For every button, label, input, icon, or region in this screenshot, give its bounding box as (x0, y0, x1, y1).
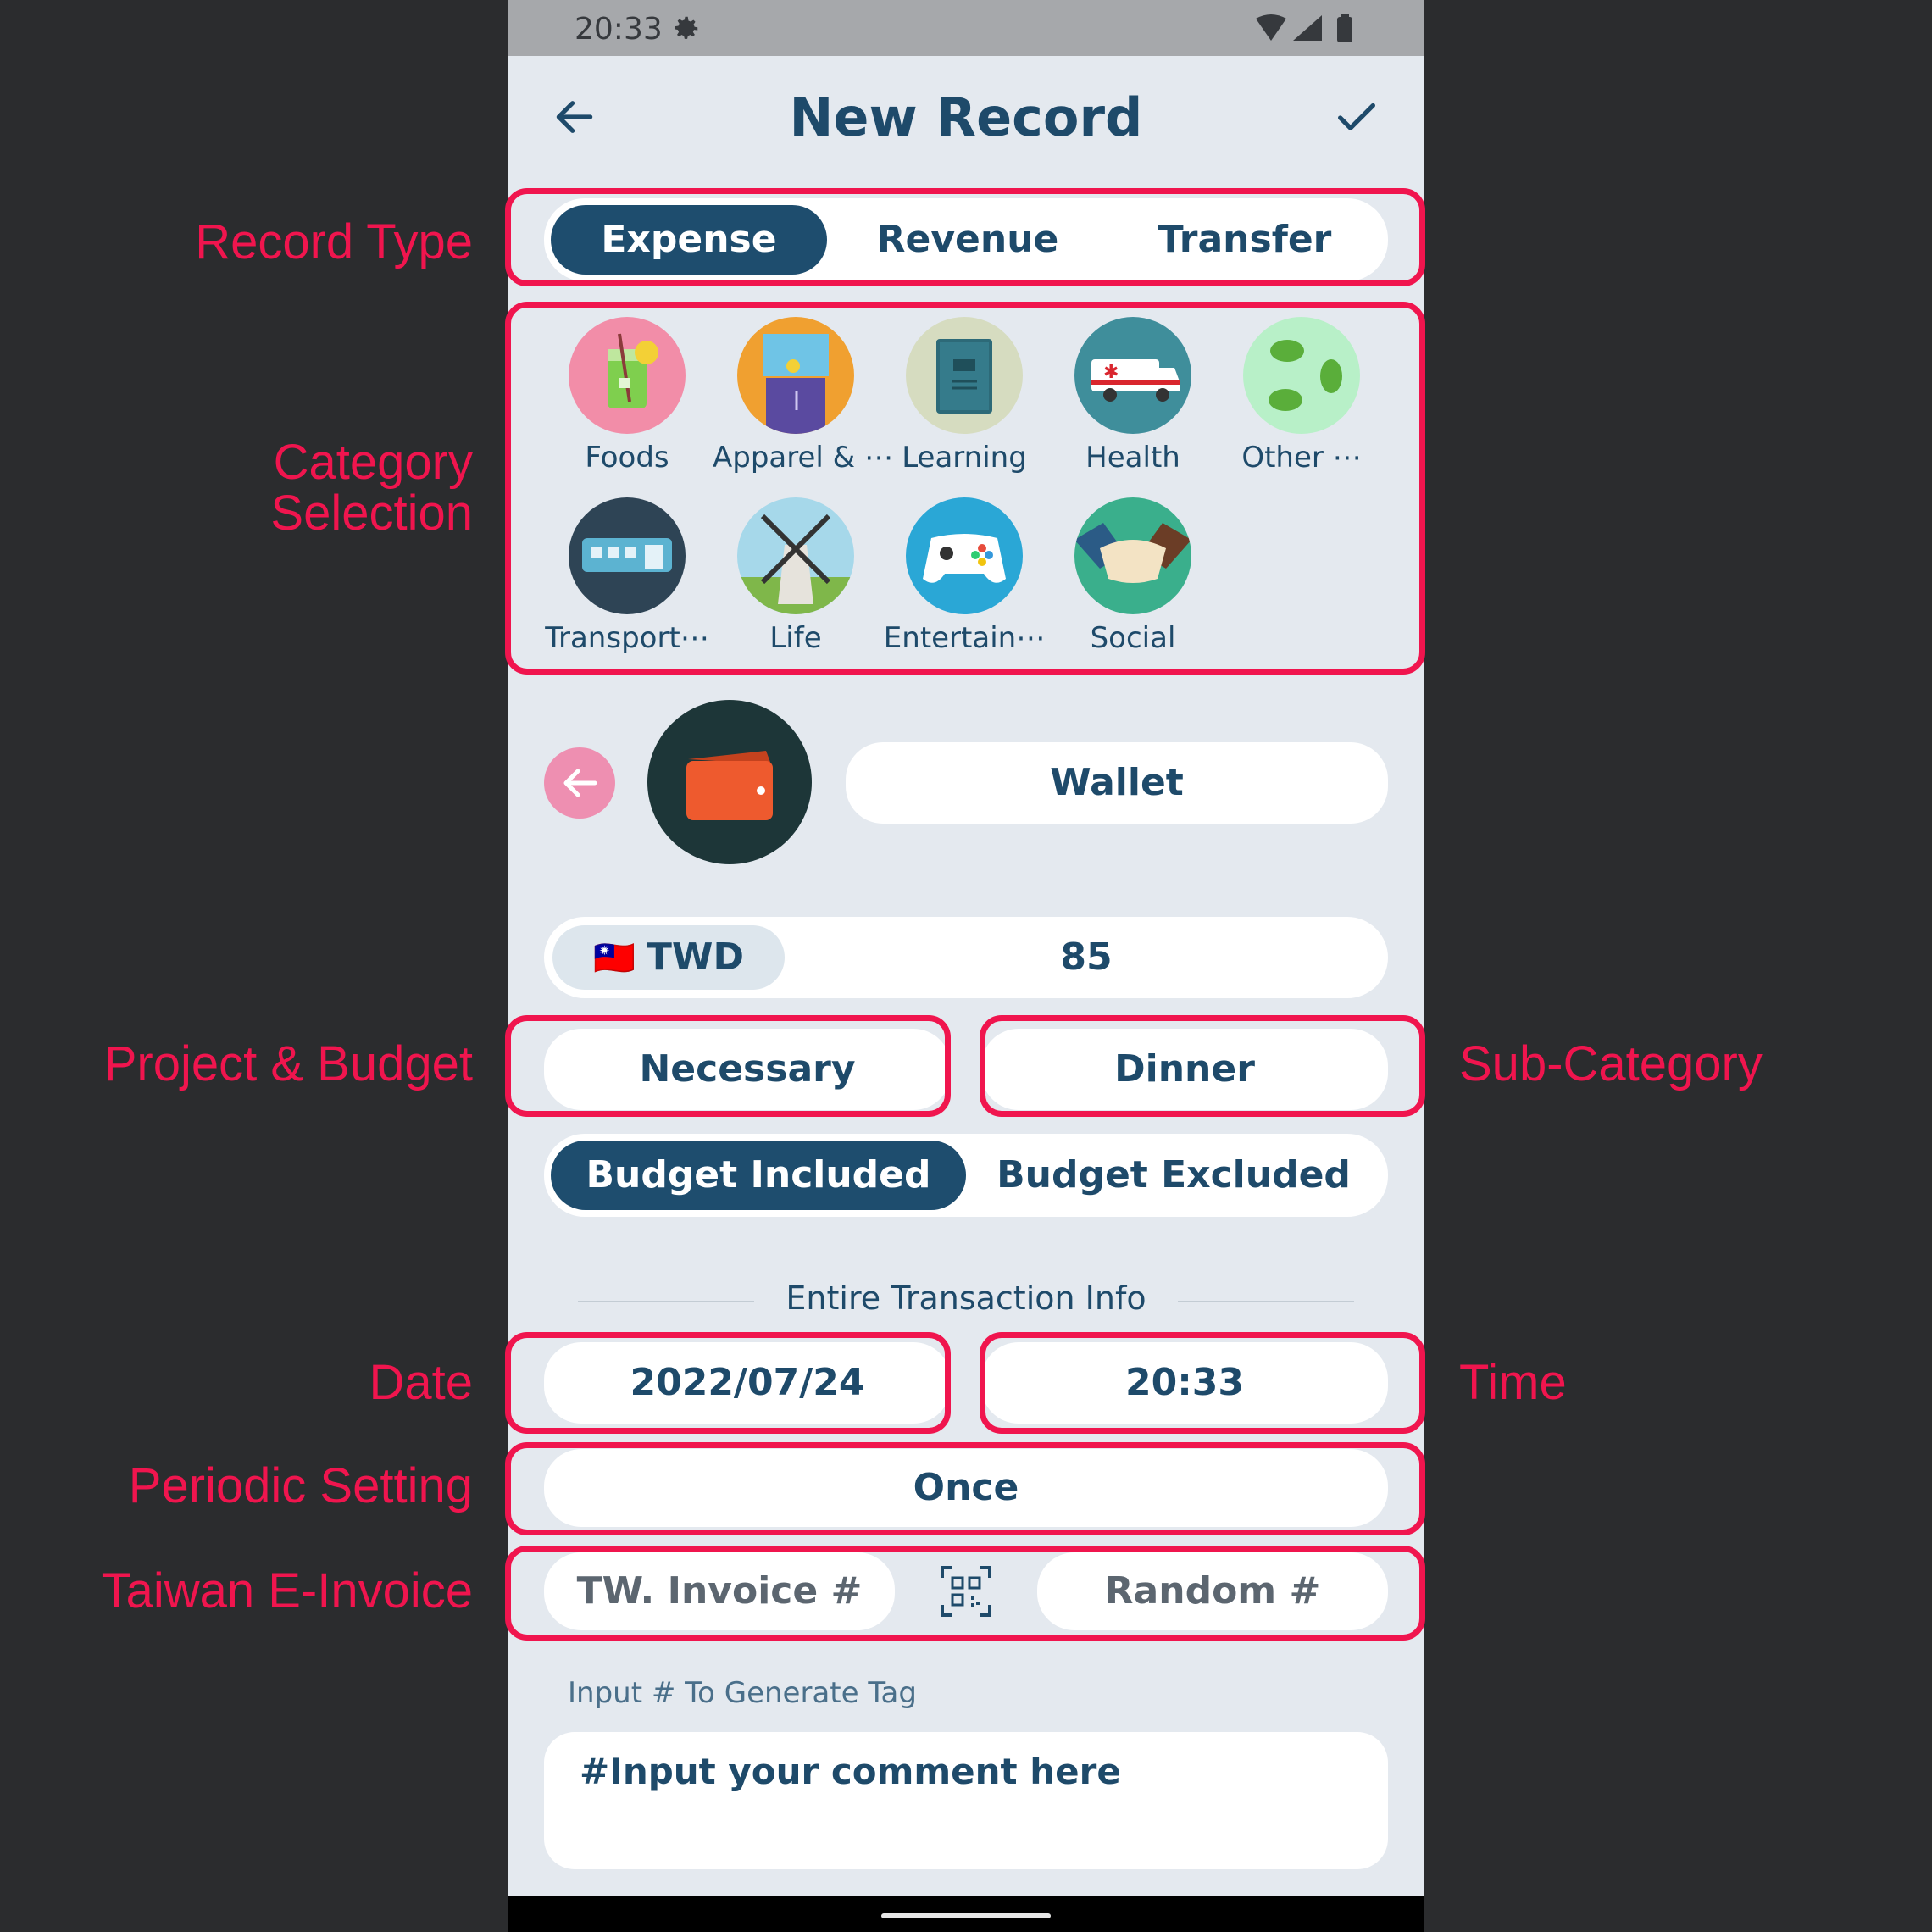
tag-hint: Input # To Generate Tag (568, 1676, 917, 1710)
project-selector[interactable]: Necessary (544, 1029, 951, 1110)
sub-category-selector[interactable]: Dinner (981, 1029, 1388, 1110)
category-other[interactable]: Other ⋯ (1219, 317, 1385, 475)
tab-expense[interactable]: Expense (551, 205, 827, 275)
annotation-date: Date (369, 1355, 473, 1410)
category-foods[interactable]: Foods (544, 317, 710, 475)
ambulance-icon: ✱ (1074, 317, 1191, 434)
annotation-sub-category: Sub-Category (1459, 1036, 1763, 1091)
category-label: Entertain⋯ (883, 621, 1046, 655)
status-time: 20:33 (575, 12, 663, 47)
handshake-icon (1074, 497, 1191, 614)
drink-glass-icon (569, 317, 686, 434)
category-learning[interactable]: Learning (881, 317, 1047, 475)
annotation-category-line2: Selection (270, 486, 473, 541)
record-type-selector: Expense Revenue Transfer (544, 198, 1388, 281)
page-title: New Record (789, 86, 1143, 148)
comment-text: #Input your comment here (580, 1751, 1121, 1792)
taiwan-flag-icon: 🇹🇼 (593, 939, 636, 978)
category-apparel[interactable]: Apparel & ⋯ (713, 317, 893, 475)
gear-icon (675, 16, 698, 39)
periodic-selector[interactable]: Once (544, 1449, 1388, 1527)
comment-input[interactable]: #Input your comment here (544, 1732, 1388, 1869)
annotation-time: Time (1459, 1355, 1567, 1410)
currency-selector[interactable]: 🇹🇼 TWD (552, 925, 785, 990)
category-label: Foods (585, 441, 669, 475)
cell-signal-icon (1293, 15, 1322, 41)
navigation-bar (508, 1896, 1424, 1932)
windmill-icon (737, 497, 854, 614)
account-back-button[interactable] (544, 747, 615, 819)
qr-scan-icon[interactable] (941, 1566, 991, 1617)
train-icon (569, 497, 686, 614)
category-life[interactable]: Life (713, 497, 879, 655)
amount-row: 🇹🇼 TWD 85 (544, 917, 1388, 998)
category-label: Other ⋯ (1241, 441, 1362, 475)
time-picker[interactable]: 20:33 (981, 1342, 1388, 1424)
phone-screen: 20:33 New Record Expense Revenue Transfe… (508, 0, 1424, 1932)
back-arrow-icon (564, 769, 597, 797)
category-transport[interactable]: Transport⋯ (544, 497, 710, 655)
annotation-taiwan-e-invoice: Taiwan E-Invoice (101, 1563, 473, 1618)
tab-revenue[interactable]: Revenue (832, 205, 1103, 275)
wallet-icon[interactable] (647, 700, 812, 864)
section-title: Entire Transaction Info (786, 1280, 1146, 1317)
category-label: Health (1085, 441, 1180, 475)
status-bar: 20:33 (508, 0, 1424, 56)
annotation-category-selection: Category Selection (270, 437, 473, 539)
confirm-check-icon[interactable] (1332, 93, 1381, 142)
category-label: Social (1090, 621, 1176, 655)
section-divider (1178, 1301, 1354, 1302)
category-label: Life (769, 621, 822, 655)
annotation-category-line1: Category (273, 435, 473, 490)
budget-selector: Budget Included Budget Excluded (544, 1134, 1388, 1217)
account-selector[interactable]: Wallet (846, 742, 1388, 824)
category-label: Transport⋯ (545, 621, 709, 655)
random-number-input[interactable]: Random # (1037, 1552, 1388, 1630)
currency-code: TWD (646, 935, 744, 979)
budget-included-option[interactable]: Budget Included (551, 1141, 966, 1210)
app-bar: New Record (508, 56, 1424, 183)
leaves-icon (1243, 317, 1360, 434)
svg-text:✱: ✱ (1103, 362, 1119, 383)
battery-icon (1337, 17, 1352, 42)
amount-input[interactable]: 85 (785, 917, 1388, 998)
category-entertainment[interactable]: Entertain⋯ (881, 497, 1047, 655)
tab-transfer[interactable]: Transfer (1108, 205, 1381, 275)
category-label: Apparel & ⋯ (713, 441, 893, 475)
book-icon (906, 317, 1023, 434)
annotation-project-budget: Project & Budget (103, 1036, 473, 1091)
signal-battery-icons (1256, 14, 1352, 42)
date-picker[interactable]: 2022/07/24 (544, 1342, 951, 1424)
budget-excluded-option[interactable]: Budget Excluded (966, 1141, 1381, 1210)
category-health[interactable]: ✱ Health (1050, 317, 1216, 475)
wifi-icon (1256, 14, 1286, 41)
gamepad-icon (906, 497, 1023, 614)
annotation-record-type: Record Type (195, 214, 473, 269)
category-label: Learning (902, 441, 1027, 475)
annotation-periodic-setting: Periodic Setting (128, 1458, 473, 1513)
category-social[interactable]: Social (1050, 497, 1216, 655)
home-indicator[interactable] (881, 1913, 1051, 1918)
invoice-number-input[interactable]: TW. Invoice # (544, 1552, 895, 1630)
clothing-icon (737, 317, 854, 434)
